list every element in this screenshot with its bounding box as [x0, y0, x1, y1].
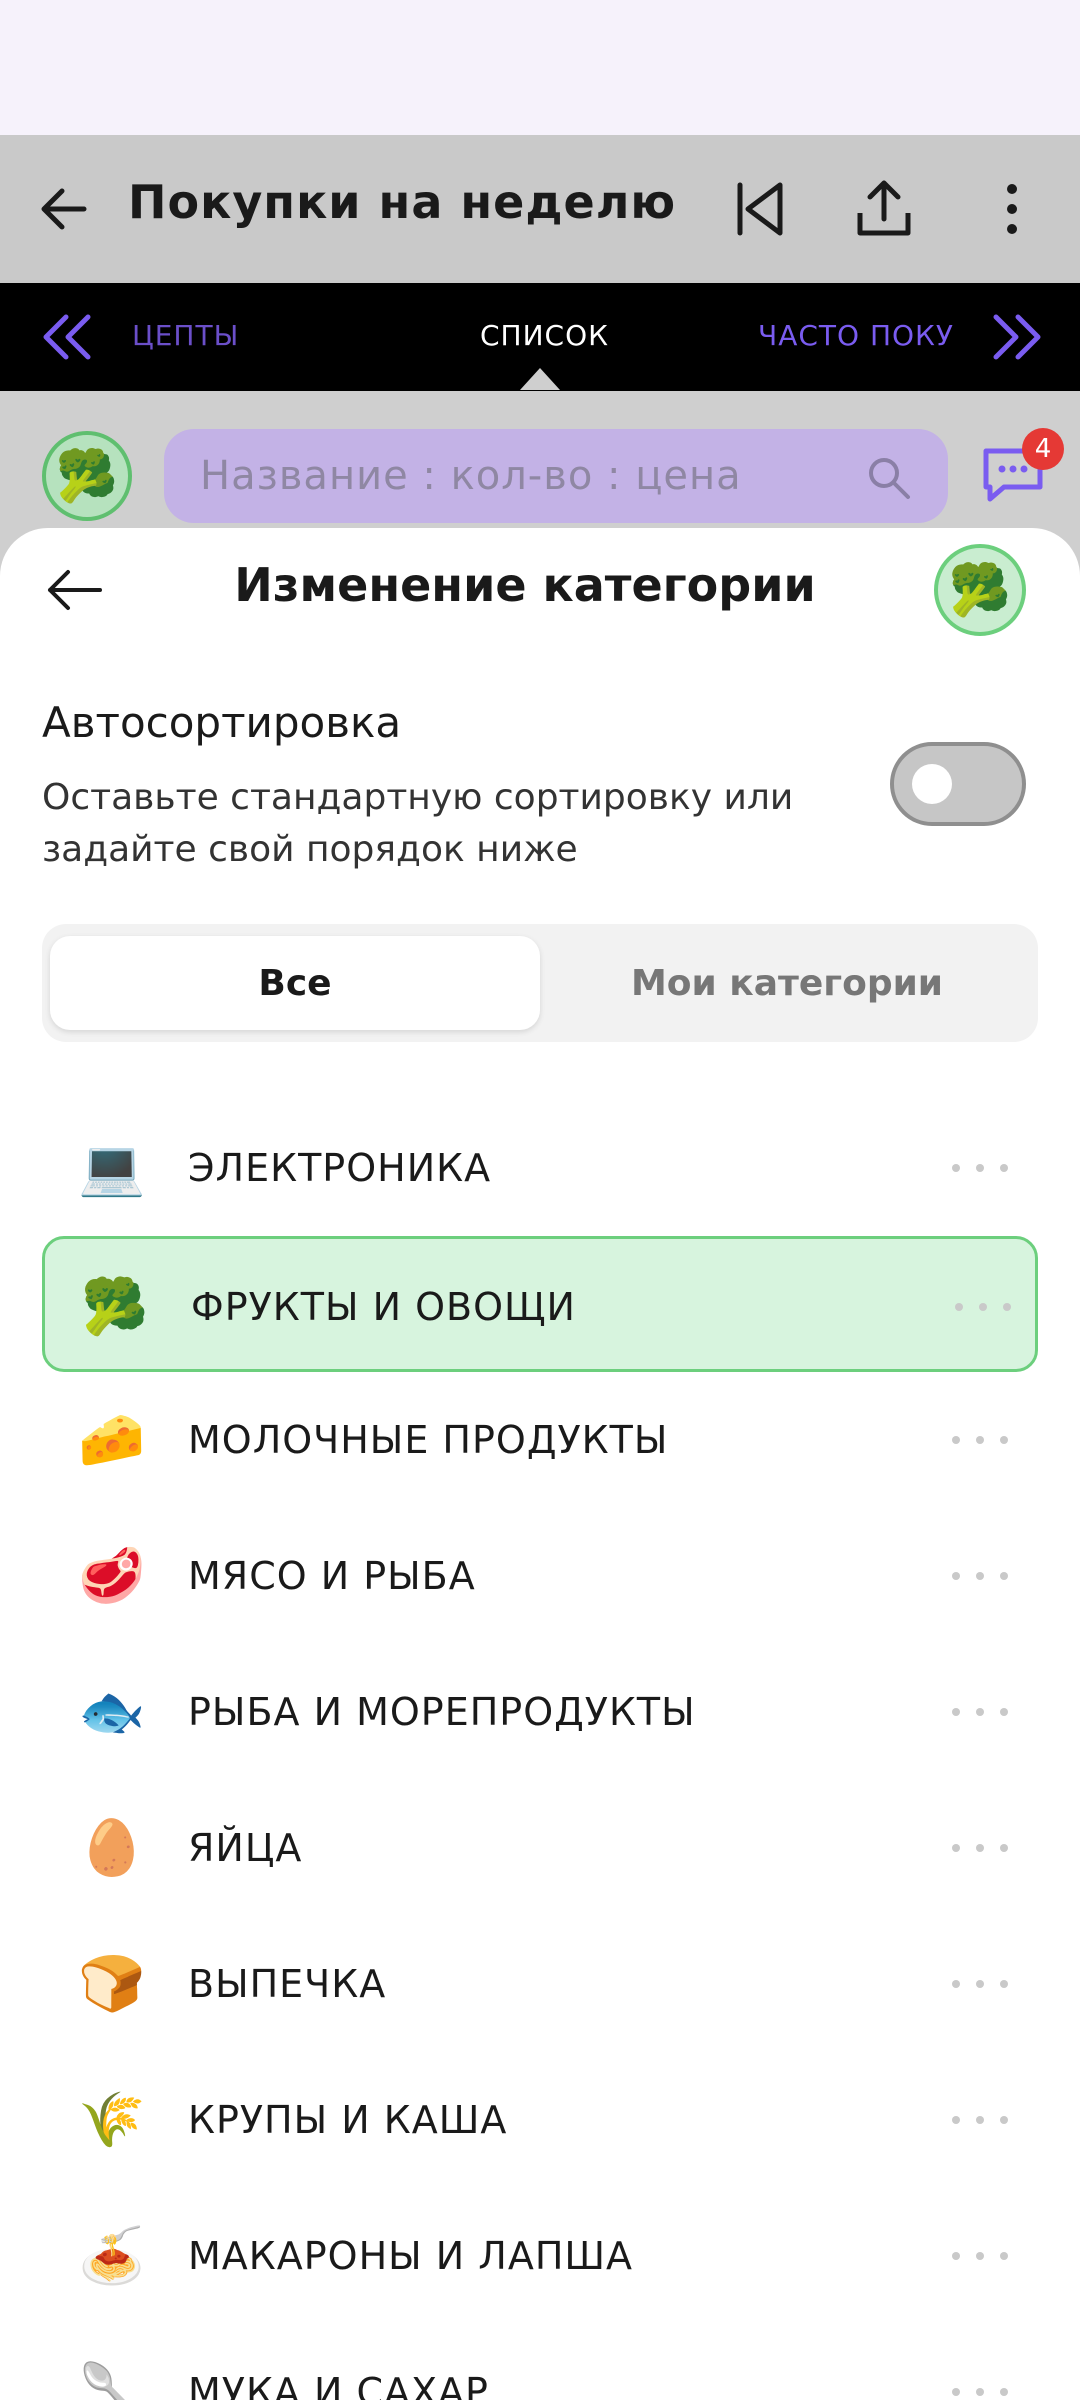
more-horizontal-icon[interactable] — [952, 2246, 1012, 2266]
rice-icon: 🌾 — [78, 2088, 146, 2151]
chat-badge: 4 — [1022, 428, 1064, 470]
more-horizontal-icon[interactable] — [952, 1702, 1012, 1722]
more-horizontal-icon[interactable] — [952, 1974, 1012, 1994]
category-row[interactable]: 🥄 МУКА И САХАР — [42, 2324, 1038, 2400]
sheet-title: Изменение категории — [234, 558, 816, 612]
fish-icon: 🐟 — [78, 1680, 146, 1743]
toggle-knob — [912, 764, 952, 804]
search-icon[interactable] — [864, 453, 912, 501]
category-row[interactable]: 🐟 РЫБА И МОРЕПРОДУКТЫ — [42, 1644, 1038, 1780]
edit-category-sheet: Изменение категории 🥦 Автосортировка Ост… — [0, 528, 1080, 2400]
meat-icon: 🥩 — [78, 1544, 146, 1607]
more-horizontal-icon[interactable] — [952, 1158, 1012, 1178]
category-row[interactable]: 🥦 ФРУКТЫ И ОВОЩИ — [42, 1236, 1038, 1372]
segment-all[interactable]: Все — [50, 936, 540, 1030]
category-row[interactable]: 🥚 ЯЙЦА — [42, 1780, 1038, 1916]
more-horizontal-icon[interactable] — [952, 1430, 1012, 1450]
category-row[interactable]: 💻 ЭЛЕКТРОНИКА — [42, 1100, 1038, 1236]
egg-icon: 🥚 — [78, 1816, 146, 1879]
category-label: ЯЙЦА — [188, 1826, 303, 1870]
category-row[interactable]: 🍝 МАКАРОНЫ И ЛАПША — [42, 2188, 1038, 2324]
broccoli-icon: 🥦 — [948, 560, 1012, 619]
tab-recipes[interactable]: ЦЕПТЫ — [132, 319, 239, 352]
add-item-row: 🥦 Название : кол-во : цена — [0, 391, 1080, 531]
item-input-placeholder: Название : кол-во : цена — [200, 453, 742, 499]
pasta-icon: 🍝 — [78, 2224, 146, 2287]
tab-list[interactable]: СПИСОК — [480, 319, 609, 352]
category-label: МАКАРОНЫ И ЛАПША — [188, 2234, 634, 2278]
category-row[interactable]: 🍞 ВЫПЕЧКА — [42, 1916, 1038, 2052]
category-label: КРУПЫ И КАША — [188, 2098, 508, 2142]
tab-indicator — [520, 368, 560, 390]
category-picker-button[interactable]: 🥦 — [42, 431, 132, 521]
spoon-icon: 🥄 — [78, 2360, 146, 2400]
more-horizontal-icon[interactable] — [955, 1297, 1015, 1317]
autosort-title: Автосортировка — [42, 698, 402, 747]
autosort-description: Оставьте стандартную сортировку или зада… — [42, 777, 794, 870]
more-horizontal-icon[interactable] — [952, 2110, 1012, 2130]
broccoli-icon: 🥦 — [81, 1275, 149, 1338]
app-header: Покупки на неделю — [0, 135, 1080, 283]
current-category-avatar: 🥦 — [934, 544, 1026, 636]
more-horizontal-icon[interactable] — [952, 1566, 1012, 1586]
category-row[interactable]: 🥩 МЯСО И РЫБА — [42, 1508, 1038, 1644]
back-arrow-icon[interactable] — [36, 181, 92, 237]
category-filter-segmented: Все Мои категории — [42, 924, 1038, 1042]
category-row[interactable]: 🌾 КРУПЫ И КАША — [42, 2052, 1038, 2188]
more-horizontal-icon[interactable] — [952, 1838, 1012, 1858]
category-list: 💻 ЭЛЕКТРОНИКА 🥦 ФРУКТЫ И ОВОЩИ 🧀 МОЛОЧНЫЕ ПРО… — [42, 1100, 1038, 2400]
status-bar — [0, 0, 1080, 135]
tab-frequent[interactable]: ЧАСТО ПОКУ — [758, 319, 954, 352]
chevrons-right-icon[interactable] — [988, 309, 1048, 365]
category-label: ЭЛЕКТРОНИКА — [188, 1146, 492, 1190]
category-label: РЫБА И МОРЕПРОДУКТЫ — [188, 1690, 696, 1734]
category-label: ФРУКТЫ И ОВОЩИ — [191, 1285, 576, 1329]
laptop-icon: 💻 — [78, 1136, 146, 1199]
more-vertical-icon[interactable] — [980, 177, 1044, 241]
segment-my-categories[interactable]: Мои категории — [542, 936, 1032, 1030]
broccoli-icon: 🥦 — [55, 446, 119, 505]
more-horizontal-icon[interactable] — [952, 2382, 1012, 2400]
category-row[interactable]: 🧀 МОЛОЧНЫЕ ПРОДУКТЫ — [42, 1372, 1038, 1508]
autosort-toggle[interactable] — [890, 742, 1026, 826]
item-input[interactable]: Название : кол-во : цена — [164, 429, 948, 523]
cheese-icon: 🧀 — [78, 1408, 146, 1471]
category-label: ВЫПЕЧКА — [188, 1962, 387, 2006]
category-label: МОЛОЧНЫЕ ПРОДУКТЫ — [188, 1418, 669, 1462]
share-icon[interactable] — [852, 177, 916, 241]
category-label: МЯСО И РЫБА — [188, 1554, 476, 1598]
bread-icon: 🍞 — [78, 1952, 146, 2015]
skip-back-icon[interactable] — [728, 177, 792, 241]
list-title: Покупки на неделю — [128, 175, 677, 229]
chevrons-left-icon[interactable] — [36, 309, 96, 365]
category-label: МУКА И САХАР — [188, 2370, 489, 2400]
